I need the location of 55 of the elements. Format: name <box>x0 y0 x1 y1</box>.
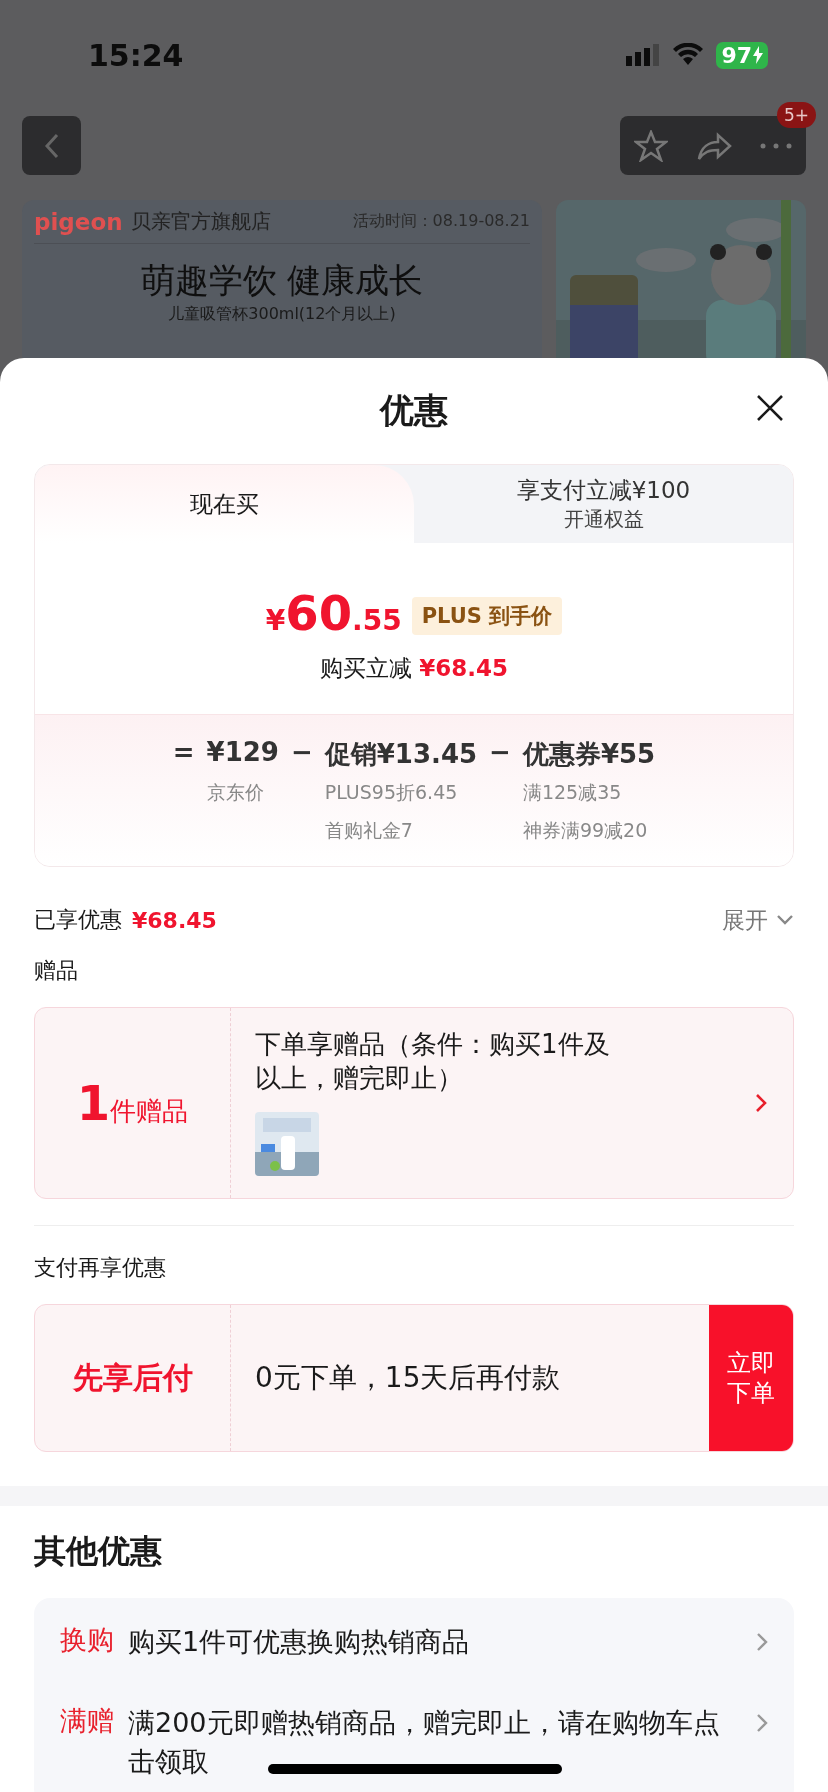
operator: − <box>290 737 313 769</box>
breakdown-note: 满125减35 <box>522 780 623 805</box>
pay-later-description: 0元下单，15天后再付款 <box>254 1360 562 1396</box>
breakdown-note: 京东价 <box>206 780 265 805</box>
chevron-down-icon <box>776 914 794 926</box>
discount-amount: ¥68.45 <box>132 907 217 933</box>
back-button[interactable] <box>22 116 81 175</box>
banner-subtitle: 儿童吸管杯300ml(12个月以上) <box>167 304 397 325</box>
back-icon <box>43 132 60 159</box>
expand-button[interactable]: 展开 <box>722 904 794 936</box>
status-time: 15:24 <box>88 37 184 73</box>
star-icon <box>634 129 668 162</box>
breakdown-note: 神券满99减20 <box>522 818 649 843</box>
promo-period: 活动时间：08.19-08.21 <box>352 211 530 232</box>
wifi-icon <box>672 43 705 67</box>
battery-indicator: 97 <box>716 41 768 69</box>
section-heading: 其他优惠 <box>33 1531 163 1572</box>
amount: ¥129 <box>206 737 279 769</box>
breakdown-note: PLUS95折6.45 <box>324 780 459 805</box>
chevron-right-icon <box>756 1632 768 1652</box>
discount-label: 已享优惠 <box>34 906 122 934</box>
breakdown-note: 首购礼金7 <box>324 818 414 843</box>
more-button[interactable] <box>760 142 792 149</box>
order-now-button[interactable]: 立即下单 <box>709 1305 793 1451</box>
final-price: ¥60.55 <box>265 585 402 641</box>
section-heading: 赠品 <box>33 957 79 985</box>
operator: = <box>172 737 195 769</box>
sheet-title: 优惠 <box>380 389 448 432</box>
close-button[interactable] <box>756 394 784 422</box>
pay-later-name: 先享后付 <box>35 1305 231 1451</box>
offer-item[interactable]: 换购 购买1件可优惠换购热销商品 <box>60 1604 768 1686</box>
gift-card[interactable]: 1件赠品 下单享赠品（条件：购买1件及以上，赠完即止） <box>34 1007 794 1199</box>
amount: 优惠券¥55 <box>522 738 656 771</box>
price-tag: PLUS 到手价 <box>411 597 563 635</box>
signal-icon <box>626 44 661 66</box>
chevron-right-icon <box>755 1093 767 1113</box>
chevron-right-icon <box>756 1713 768 1734</box>
gift-count: 1件赠品 <box>76 1075 189 1131</box>
section-heading: 支付再享优惠 <box>33 1254 167 1282</box>
more-icon <box>760 142 792 149</box>
saving-text: 购买立减 ¥68.45 <box>319 654 509 683</box>
share-icon <box>696 130 732 161</box>
banner-headline: 萌趣学饮 健康成长 <box>139 259 425 302</box>
charging-icon <box>753 46 763 64</box>
favorite-button[interactable] <box>634 129 668 162</box>
close-icon <box>756 394 784 422</box>
tab[interactable]: 现在买 <box>35 465 414 543</box>
operator: − <box>489 737 511 769</box>
notification-badge: 5+ <box>776 102 816 128</box>
share-button[interactable] <box>696 130 732 161</box>
amount: 促销¥13.45 <box>324 738 478 771</box>
store-logo: pigeon <box>34 208 123 235</box>
gift-description: 下单享赠品（条件：购买1件及以上，赠完即止） <box>255 1028 611 1095</box>
store-name: 贝亲官方旗舰店 <box>130 208 271 235</box>
offer-item[interactable]: 满赠 满200元即赠热销商品，赠完即止，请在购物车点击领取 <box>60 1685 768 1792</box>
